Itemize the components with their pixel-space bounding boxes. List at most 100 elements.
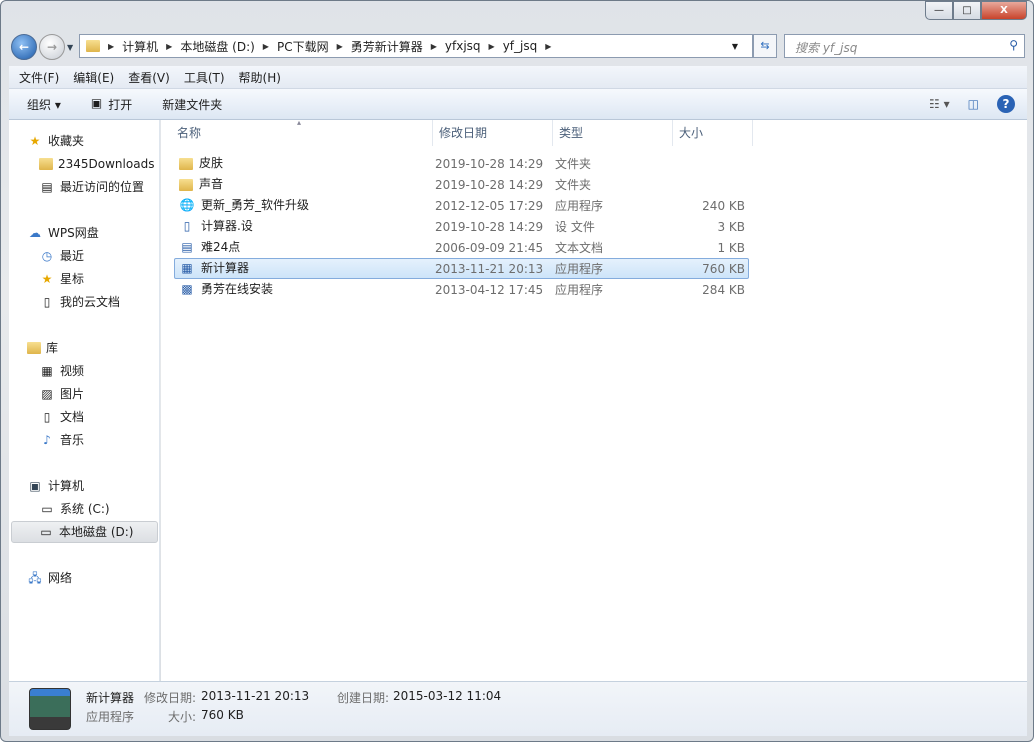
file-row[interactable]: ▦ 新计算器 2013-11-21 20:13 应用程序 760 KB	[174, 258, 749, 279]
sidebar-item-my-cloud-docs[interactable]: ▯ 我的云文档	[39, 291, 120, 313]
file-type: 应用程序	[555, 283, 604, 297]
file-name: 勇芳在线安装	[201, 282, 274, 296]
file-row[interactable]: ▤ 难24点 2006-09-09 21:45 文本文档 1 KB	[174, 237, 749, 258]
back-button[interactable]: ←	[11, 34, 37, 60]
label: 图片	[60, 387, 85, 401]
sidebar-wps[interactable]: ☁ WPS网盘	[27, 222, 99, 244]
new-folder-button[interactable]: 新建文件夹	[162, 96, 222, 113]
navigation-pane: ★ 收藏夹 2345Downloads ▤ 最近访问的位置 ☁ WPS网盘 ◷ 最近 ★…	[9, 120, 160, 681]
file-size: 3 KB	[717, 220, 745, 234]
label: 视频	[60, 364, 85, 378]
file-type: 文件夹	[555, 178, 592, 192]
details-pane: 新计算器 修改日期: 2013-11-21 20:13 创建日期: 2015-0…	[9, 681, 1027, 736]
update-app-icon: 🌐	[179, 198, 195, 212]
cloud-icon: ☁	[29, 226, 41, 240]
file-size: 284 KB	[702, 283, 745, 297]
sidebar-item-music[interactable]: ♪ 音乐	[39, 429, 84, 451]
menu-help[interactable]: 帮助(H)	[239, 69, 281, 86]
open-button[interactable]: ▣ 打开	[91, 96, 132, 113]
column-header-size[interactable]: 大小	[673, 120, 753, 146]
label: 最近访问的位置	[60, 180, 145, 194]
preview-pane-icon[interactable]: ◫	[968, 97, 979, 111]
file-type: 文件夹	[555, 157, 592, 171]
breadcrumb-item[interactable]: 计算机	[122, 38, 158, 55]
view-options-icon[interactable]: ☷ ▾	[929, 97, 950, 111]
file-type: 应用程序	[555, 262, 604, 276]
breadcrumb-item[interactable]: 勇芳新计算器	[351, 38, 423, 55]
column-header-type[interactable]: 类型	[553, 120, 673, 146]
file-row[interactable]: 声音 2019-10-28 14:29 文件夹	[174, 174, 749, 195]
video-icon: ▦	[41, 364, 53, 378]
file-row[interactable]: ▩ 勇芳在线安装 2013-04-12 17:45 应用程序 284 KB	[174, 279, 749, 300]
recent-places-icon: ▤	[41, 180, 53, 194]
file-row[interactable]: 🌐 更新_勇芳_软件升级 2012-12-05 17:29 应用程序 240 KB	[174, 195, 749, 216]
forward-button[interactable]: →	[39, 34, 65, 60]
sidebar-item-drive-c[interactable]: ▭ 系统 (C:)	[39, 498, 109, 520]
label: 本地磁盘 (D:)	[59, 525, 134, 539]
file-name: 新计算器	[201, 261, 250, 275]
file-name: 难24点	[201, 240, 241, 254]
folder-icon	[179, 178, 193, 191]
file-date: 2019-10-28 14:29	[435, 178, 544, 192]
breadcrumb-item[interactable]: 本地磁盘 (D:)	[180, 38, 254, 55]
label: 计算机	[48, 479, 85, 493]
label: 收藏夹	[48, 134, 85, 148]
organize-button[interactable]: 组织 ▾	[27, 96, 61, 113]
breadcrumb-item[interactable]: PC下载网	[277, 38, 329, 55]
window-controls: — □ X	[925, 1, 1027, 20]
breadcrumb-item[interactable]: yf_jsq	[503, 39, 538, 53]
document-icon: ▯	[43, 295, 51, 309]
sidebar-item-recent-places[interactable]: ▤ 最近访问的位置	[39, 176, 144, 198]
label: 我的云文档	[60, 295, 121, 309]
file-row[interactable]: 皮肤 2019-10-28 14:29 文件夹	[174, 153, 749, 174]
label: 库	[46, 341, 59, 355]
search-icon[interactable]: ⚲	[1009, 38, 1018, 52]
search-input[interactable]: 搜索 yf_jsq ⚲	[784, 34, 1025, 58]
file-size: 1 KB	[717, 241, 745, 255]
menu-view[interactable]: 查看(V)	[128, 69, 170, 86]
sidebar-item-videos[interactable]: ▦ 视频	[39, 360, 84, 382]
file-type: 设 文件	[555, 220, 595, 234]
close-button[interactable]: X	[981, 1, 1027, 20]
help-icon[interactable]: ?	[997, 95, 1015, 113]
details-name: 新计算器	[86, 691, 135, 705]
file-row[interactable]: ▯ 计算器.设 2019-10-28 14:29 设 文件 3 KB	[174, 216, 749, 237]
menu-tools[interactable]: 工具(T)	[184, 69, 225, 86]
sidebar-item-recent[interactable]: ◷ 最近	[39, 245, 84, 267]
breadcrumb-item[interactable]: yfxjsq	[445, 39, 481, 53]
folder-icon	[39, 158, 53, 170]
calculator-icon: ▦	[181, 261, 193, 275]
library-icon	[27, 342, 41, 354]
sidebar-item-pictures[interactable]: ▨ 图片	[39, 383, 84, 405]
sidebar-computer[interactable]: ▣ 计算机	[27, 475, 84, 497]
sidebar-item-drive-d[interactable]: ▭ 本地磁盘 (D:)	[11, 521, 158, 543]
menu-file[interactable]: 文件(F)	[19, 69, 59, 86]
minimize-button[interactable]: —	[925, 1, 953, 20]
file-type: 应用程序	[555, 199, 604, 213]
sidebar-item-documents[interactable]: ▯ 文档	[39, 406, 84, 428]
address-dropdown[interactable]: ▼	[732, 42, 738, 51]
label: 网络	[48, 571, 73, 585]
sidebar-item-starred[interactable]: ★ 星标	[39, 268, 84, 290]
address-bar[interactable]: ▶ 计算机 ▶ 本地磁盘 (D:) ▶ PC下载网 ▶ 勇芳新计算器 ▶ yfxjsq ▶…	[79, 34, 753, 58]
recent-pages-dropdown[interactable]: ▼	[67, 43, 73, 52]
file-date: 2013-11-21 20:13	[435, 262, 544, 276]
sidebar-favorites[interactable]: ★ 收藏夹	[27, 130, 84, 152]
sidebar-network[interactable]: 🖧 网络	[27, 567, 72, 589]
refresh-button[interactable]: ⇆	[753, 34, 777, 58]
sidebar-item-2345downloads[interactable]: 2345Downloads	[39, 153, 154, 175]
folder-icon	[86, 40, 100, 52]
details-size-label: 大小:	[168, 710, 197, 724]
menu-edit[interactable]: 编辑(E)	[73, 69, 114, 86]
details-created-label: 创建日期:	[337, 691, 390, 705]
column-header-date[interactable]: 修改日期	[433, 120, 553, 146]
details-size: 760 KB	[201, 708, 244, 722]
sidebar-libraries[interactable]: 库	[27, 337, 58, 359]
calculator-app-icon	[29, 688, 71, 730]
maximize-button[interactable]: □	[953, 1, 981, 20]
explorer-window: — □ X ← → ▼ ▶ 计算机 ▶ 本地磁盘 (D:) ▶ PC下载网 ▶ 勇芳新计…	[0, 0, 1034, 742]
drive-icon: ▭	[40, 525, 52, 539]
file-name: 更新_勇芳_软件升级	[201, 198, 310, 212]
star-icon: ★	[29, 134, 41, 148]
label: 音乐	[60, 433, 85, 447]
